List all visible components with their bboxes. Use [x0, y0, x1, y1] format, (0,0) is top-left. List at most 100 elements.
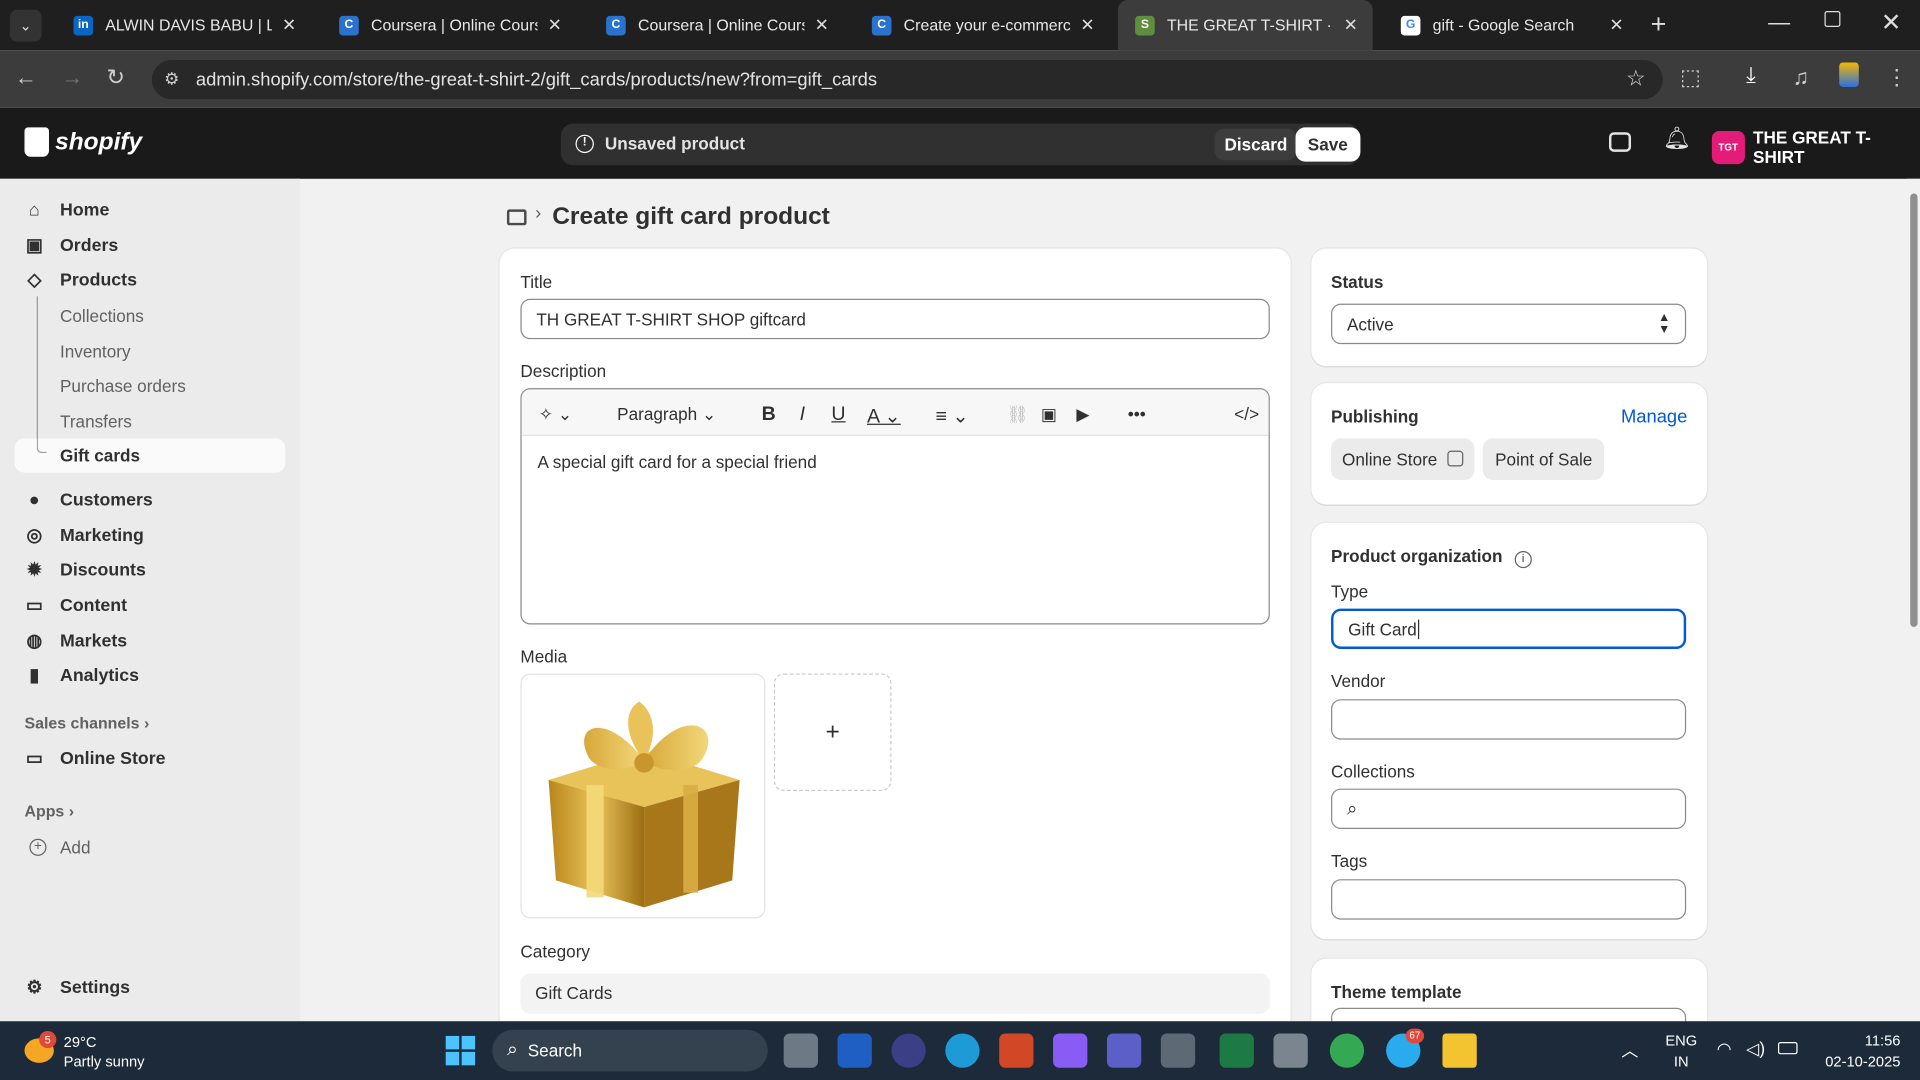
start-button[interactable]: [445, 1035, 476, 1066]
bold-icon[interactable]: B: [762, 404, 776, 426]
close-tab-icon[interactable]: ✕: [1609, 15, 1623, 36]
excel-icon[interactable]: [1219, 1033, 1254, 1068]
profile-icon[interactable]: [1839, 62, 1859, 87]
nav-transfers[interactable]: Transfers: [60, 411, 132, 431]
image-icon[interactable]: ▣: [1041, 404, 1057, 425]
browser-tab[interactable]: C Create your e-commerce s ✕: [855, 0, 1110, 50]
tags-input[interactable]: [1331, 879, 1687, 920]
browser-tab[interactable]: Ggift - Google Search ✕: [1384, 0, 1639, 50]
language-indicator[interactable]: ENG IN: [1665, 1031, 1697, 1073]
nav-gift-cards[interactable]: Gift cards: [14, 438, 286, 473]
nav-marketing[interactable]: ◎ Marketing: [24, 520, 144, 552]
nav-online-store[interactable]: ▭ Online Store: [24, 743, 166, 775]
sales-channels-heading[interactable]: Sales channels ›: [24, 714, 149, 732]
bookmark-star-icon[interactable]: ☆: [1626, 66, 1646, 92]
channel-point-of-sale[interactable]: Point of Sale: [1482, 438, 1605, 481]
align-icon[interactable]: ≡ ⌄: [936, 404, 969, 428]
new-tab-button[interactable]: +: [1651, 9, 1667, 41]
system-clock[interactable]: 11:56 02-10-2025: [1812, 1031, 1900, 1073]
forward-icon[interactable]: →: [61, 65, 83, 91]
code-view-icon[interactable]: </>: [1234, 404, 1259, 424]
link-icon[interactable]: ⛓: [1007, 404, 1029, 425]
file-explorer-icon[interactable]: [1442, 1033, 1477, 1068]
channel-online-store[interactable]: Online Store: [1331, 438, 1475, 481]
nav-customers[interactable]: ● Customers: [24, 485, 153, 517]
browser-tab[interactable]: S THE GREAT T-SHIRT · Gift c ✕: [1117, 0, 1373, 51]
battery-icon[interactable]: [1777, 1042, 1798, 1055]
scrollbar-thumb[interactable]: [1910, 193, 1918, 627]
browser-menu-icon[interactable]: ⋮: [1886, 65, 1908, 91]
nav-collections[interactable]: Collections: [60, 306, 144, 326]
nav-orders[interactable]: ▣ Orders: [24, 230, 118, 262]
video-icon[interactable]: ▶: [1076, 404, 1089, 425]
show-hidden-icons-icon[interactable]: ︿: [1621, 1038, 1638, 1062]
app-icon[interactable]: [1273, 1033, 1308, 1068]
notification-bell-icon[interactable]: 🔔︎: [1663, 126, 1691, 152]
type-input[interactable]: Gift Card: [1331, 608, 1687, 649]
calculator-icon[interactable]: [1160, 1033, 1196, 1068]
eclipse-icon[interactable]: [891, 1033, 926, 1068]
nav-analytics[interactable]: ▮ Analytics: [24, 660, 139, 692]
weather-widget[interactable]: 5 29°C Partly sunny: [22, 1031, 193, 1073]
description-editor[interactable]: ✧ ⌄ Paragraph ⌄ B I U A ⌄ ≡ ⌄ ⛓ ▣ ▶ ••• …: [520, 388, 1270, 625]
telegram-app[interactable]: 67: [1386, 1028, 1424, 1068]
shopify-logo[interactable]: shopify: [24, 127, 142, 157]
nav-products[interactable]: ◇ Products: [24, 264, 136, 296]
nav-home[interactable]: ⌂ Home: [24, 195, 109, 227]
category-field[interactable]: Gift Cards: [520, 973, 1270, 1014]
powerpoint-icon[interactable]: [999, 1033, 1034, 1068]
browser-tab[interactable]: C Coursera | Online Courses ✕: [589, 0, 844, 50]
nav-inventory[interactable]: Inventory: [60, 342, 131, 362]
nav-content[interactable]: ▭ Content: [24, 590, 127, 622]
underline-icon[interactable]: U: [831, 404, 845, 426]
nav-discounts[interactable]: ✹ Discounts: [24, 555, 146, 587]
info-icon[interactable]: i: [1514, 551, 1532, 569]
add-media-button[interactable]: +: [773, 673, 892, 792]
chrome-icon[interactable]: [1329, 1033, 1365, 1068]
save-button[interactable]: Save: [1295, 127, 1361, 162]
more-icon[interactable]: •••: [1128, 404, 1146, 424]
reload-icon[interactable]: ↻: [107, 65, 125, 91]
minimize-button[interactable]: —: [1768, 10, 1790, 36]
nav-markets[interactable]: ◍ Markets: [24, 626, 128, 658]
close-tab-icon[interactable]: ✕: [815, 15, 829, 36]
back-icon[interactable]: ←: [15, 65, 37, 91]
taskbar-search[interactable]: ⌕ Search: [492, 1029, 768, 1072]
word-icon[interactable]: [837, 1033, 872, 1068]
collections-search-input[interactable]: ⌕: [1331, 788, 1687, 829]
vendor-input[interactable]: [1331, 699, 1687, 740]
close-window-button[interactable]: ✕: [1881, 7, 1902, 38]
restore-button[interactable]: [1824, 11, 1841, 27]
italic-icon[interactable]: I: [800, 404, 805, 426]
store-menu[interactable]: TGT THE GREAT T-SHIRT: [1711, 127, 1920, 167]
text-color-icon[interactable]: A ⌄: [867, 404, 901, 428]
tab-search-button[interactable]: ⌄: [9, 9, 42, 42]
close-tab-icon[interactable]: ✕: [282, 15, 296, 36]
media-control-icon[interactable]: ♫: [1793, 65, 1810, 91]
teams-icon[interactable]: [1106, 1033, 1142, 1068]
paragraph-dropdown[interactable]: Paragraph ⌄: [617, 404, 716, 425]
extensions-icon[interactable]: ⬚: [1680, 65, 1701, 91]
wifi-icon[interactable]: ◠: [1717, 1038, 1732, 1059]
status-select[interactable]: Active ▲ ▼: [1331, 303, 1687, 345]
inbox-icon[interactable]: [1608, 132, 1632, 152]
gift-card-breadcrumb-icon[interactable]: [506, 209, 527, 226]
media-thumbnail[interactable]: [520, 673, 766, 919]
edge-icon[interactable]: [945, 1033, 980, 1068]
close-tab-icon[interactable]: ✕: [548, 15, 562, 36]
browser-tab[interactable]: in ALWIN DAVIS BABU | Linke ✕: [56, 0, 311, 50]
ai-magic-icon[interactable]: ✧ ⌄: [539, 404, 573, 425]
download-icon[interactable]: ⤓: [1746, 62, 1756, 88]
volume-icon[interactable]: ◁): [1746, 1038, 1765, 1059]
copilot-icon[interactable]: [1053, 1033, 1088, 1068]
site-info-icon[interactable]: ⚙: [164, 69, 179, 90]
close-tab-icon[interactable]: ✕: [1080, 15, 1094, 36]
apps-heading[interactable]: Apps ›: [24, 802, 74, 820]
discard-button[interactable]: Discard: [1214, 128, 1298, 161]
nav-purchase-orders[interactable]: Purchase orders: [60, 376, 186, 396]
address-bar[interactable]: ⚙ admin.shopify.com/store/the-great-t-sh…: [151, 60, 1663, 100]
manage-link[interactable]: Manage: [1621, 407, 1687, 428]
browser-tab[interactable]: C Coursera | Online Courses ✕: [322, 0, 577, 50]
nav-settings[interactable]: ⚙ Settings: [24, 972, 130, 1004]
close-tab-icon[interactable]: ✕: [1344, 15, 1358, 36]
